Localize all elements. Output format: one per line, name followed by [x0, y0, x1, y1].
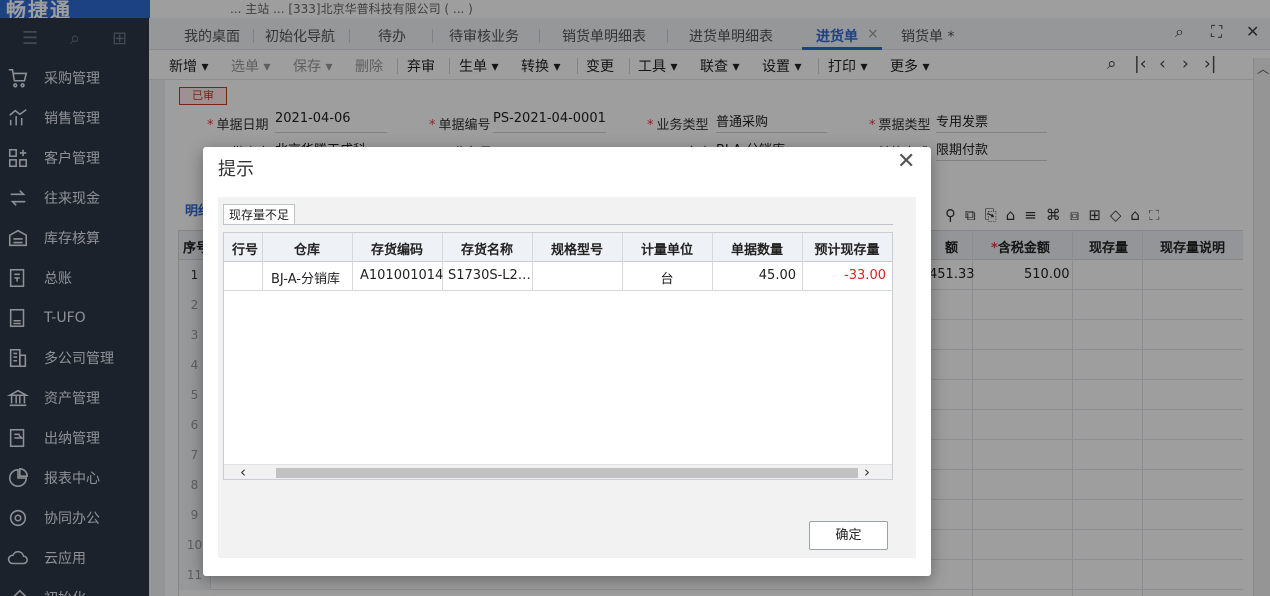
- grid-line: [892, 233, 893, 291]
- table-row[interactable]: BJ-A-分销库 A101001014 S1730S-L2… 台 45.00 -…: [224, 262, 892, 291]
- col-code: 存货编码: [370, 243, 423, 258]
- tab-insufficient-stock[interactable]: 现存量不足: [223, 204, 296, 225]
- scroll-left-icon[interactable]: ‹: [240, 463, 246, 479]
- stock-grid-header: 行号 仓库 存货编码 存货名称 规格型号 计量单位 单据数量 预计现存量: [224, 233, 892, 262]
- col-warehouse: 仓库: [293, 243, 320, 258]
- dialog-close-icon[interactable]: ✕: [897, 149, 915, 174]
- dialog-title: 提示: [218, 159, 254, 180]
- unit-cell: 台: [660, 272, 674, 287]
- forecast-cell: -33.00: [844, 268, 886, 283]
- insufficient-stock-grid: 行号 仓库 存货编码 存货名称 规格型号 计量单位 单据数量 预计现存量 BJ-…: [223, 232, 893, 480]
- col-unit: 计量单位: [640, 243, 693, 258]
- col-row-no: 行号: [231, 243, 258, 258]
- tab-baseline: [223, 224, 893, 225]
- alert-dialog: 提示 ✕ 现存量不足 行号 仓库 存货编码 存货名称 规格型号 计量单位 单据数…: [203, 147, 931, 576]
- scroll-right-icon[interactable]: ›: [864, 463, 870, 479]
- code-cell: A101001014: [360, 268, 444, 283]
- dialog-body: 现存量不足 行号 仓库 存货编码 存货名称 规格型号 计量单位 单据数量 预计现…: [218, 197, 916, 558]
- grid-horizontal-scrollbar[interactable]: ‹ ›: [224, 463, 892, 479]
- col-spec: 规格型号: [550, 243, 603, 258]
- name-cell: S1730S-L2…: [448, 268, 531, 283]
- qty-cell: 45.00: [758, 268, 796, 283]
- col-name: 存货名称: [460, 243, 513, 258]
- scroll-thumb[interactable]: [276, 468, 858, 478]
- col-qty: 单据数量: [730, 243, 783, 258]
- warehouse-cell: BJ-A-分销库: [271, 272, 340, 287]
- confirm-button[interactable]: 确定: [809, 521, 888, 550]
- col-forecast: 预计现存量: [814, 243, 880, 258]
